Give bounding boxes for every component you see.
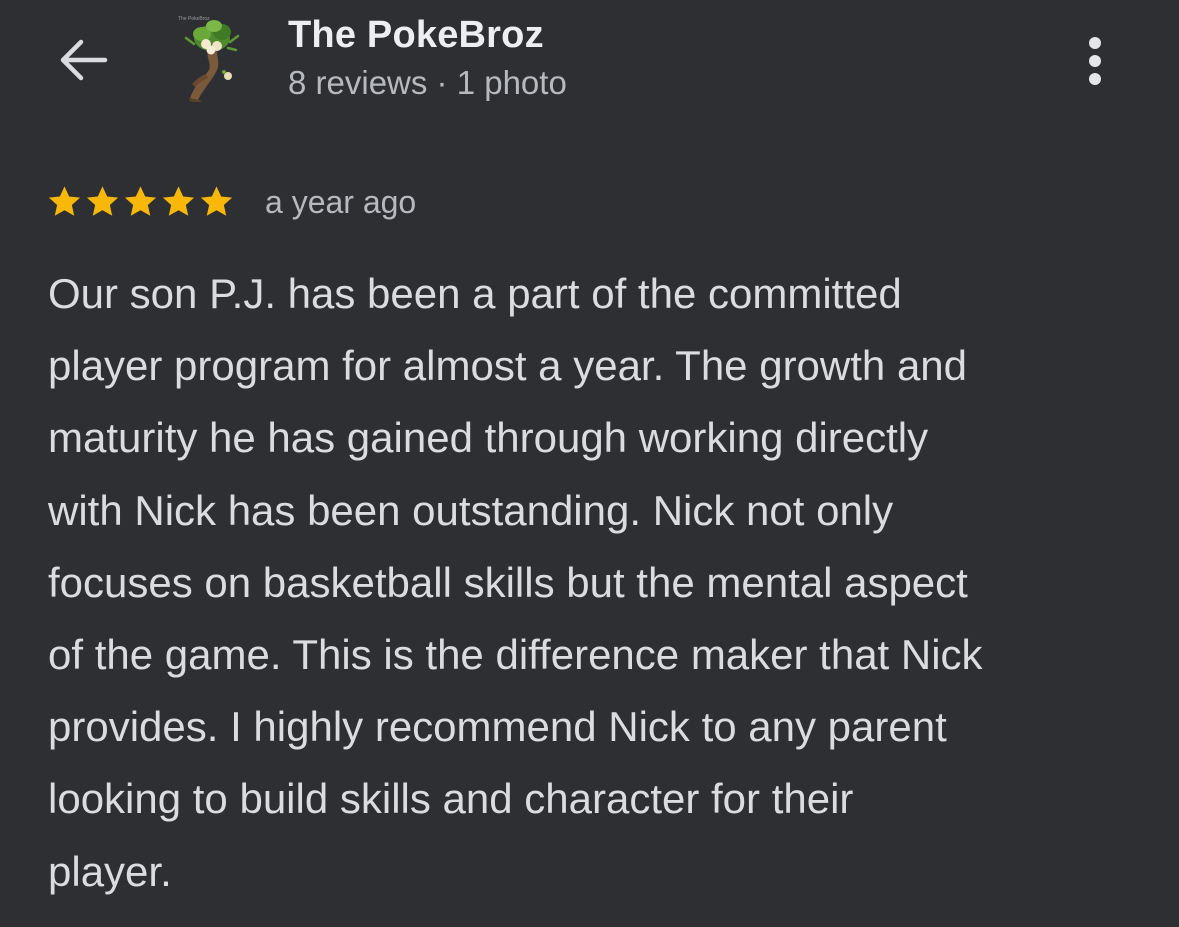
review-line: Our son P.J. has been a part of the comm… bbox=[48, 270, 902, 317]
star-icon bbox=[200, 186, 233, 216]
profile-name[interactable]: The PokeBroz bbox=[288, 14, 544, 57]
more-vertical-icon-dot bbox=[1089, 55, 1101, 67]
review-line: provides. I highly recommend Nick to any… bbox=[48, 703, 947, 751]
review-line: focuses on basketball skills but the men… bbox=[48, 558, 968, 606]
review-line: player program for almost a year. The gr… bbox=[48, 342, 968, 390]
avatar[interactable] bbox=[176, 14, 248, 106]
more-vertical-icon-dot bbox=[1089, 73, 1101, 85]
star-icon bbox=[162, 186, 195, 216]
review-rating-row: a year ago bbox=[46, 178, 416, 226]
star-icon bbox=[86, 186, 119, 216]
profile-meta: 8 reviews · 1 photo bbox=[288, 64, 567, 101]
review-line: player. bbox=[48, 847, 172, 895]
star-icon bbox=[48, 186, 81, 216]
star-rating bbox=[46, 184, 235, 220]
review-text: Our son P.J. has been a part of the comm… bbox=[48, 258, 1158, 908]
review-line: looking to build skills and character fo… bbox=[48, 775, 854, 823]
review-line: of the game. This is the difference make… bbox=[48, 631, 983, 679]
arrow-left-icon bbox=[60, 39, 108, 81]
back-button[interactable] bbox=[50, 30, 116, 90]
review-line: maturity he has gained through working d… bbox=[48, 414, 929, 462]
more-options-button[interactable] bbox=[1072, 30, 1118, 92]
review-timestamp: a year ago bbox=[265, 183, 417, 220]
more-vertical-icon bbox=[1089, 37, 1101, 49]
app-header: The PokeBroz The PokeBroz 8 reviews · 1 … bbox=[0, 0, 1179, 130]
review-line: with Nick has been outstanding. Nick not… bbox=[48, 486, 894, 534]
star-icon bbox=[124, 186, 157, 216]
